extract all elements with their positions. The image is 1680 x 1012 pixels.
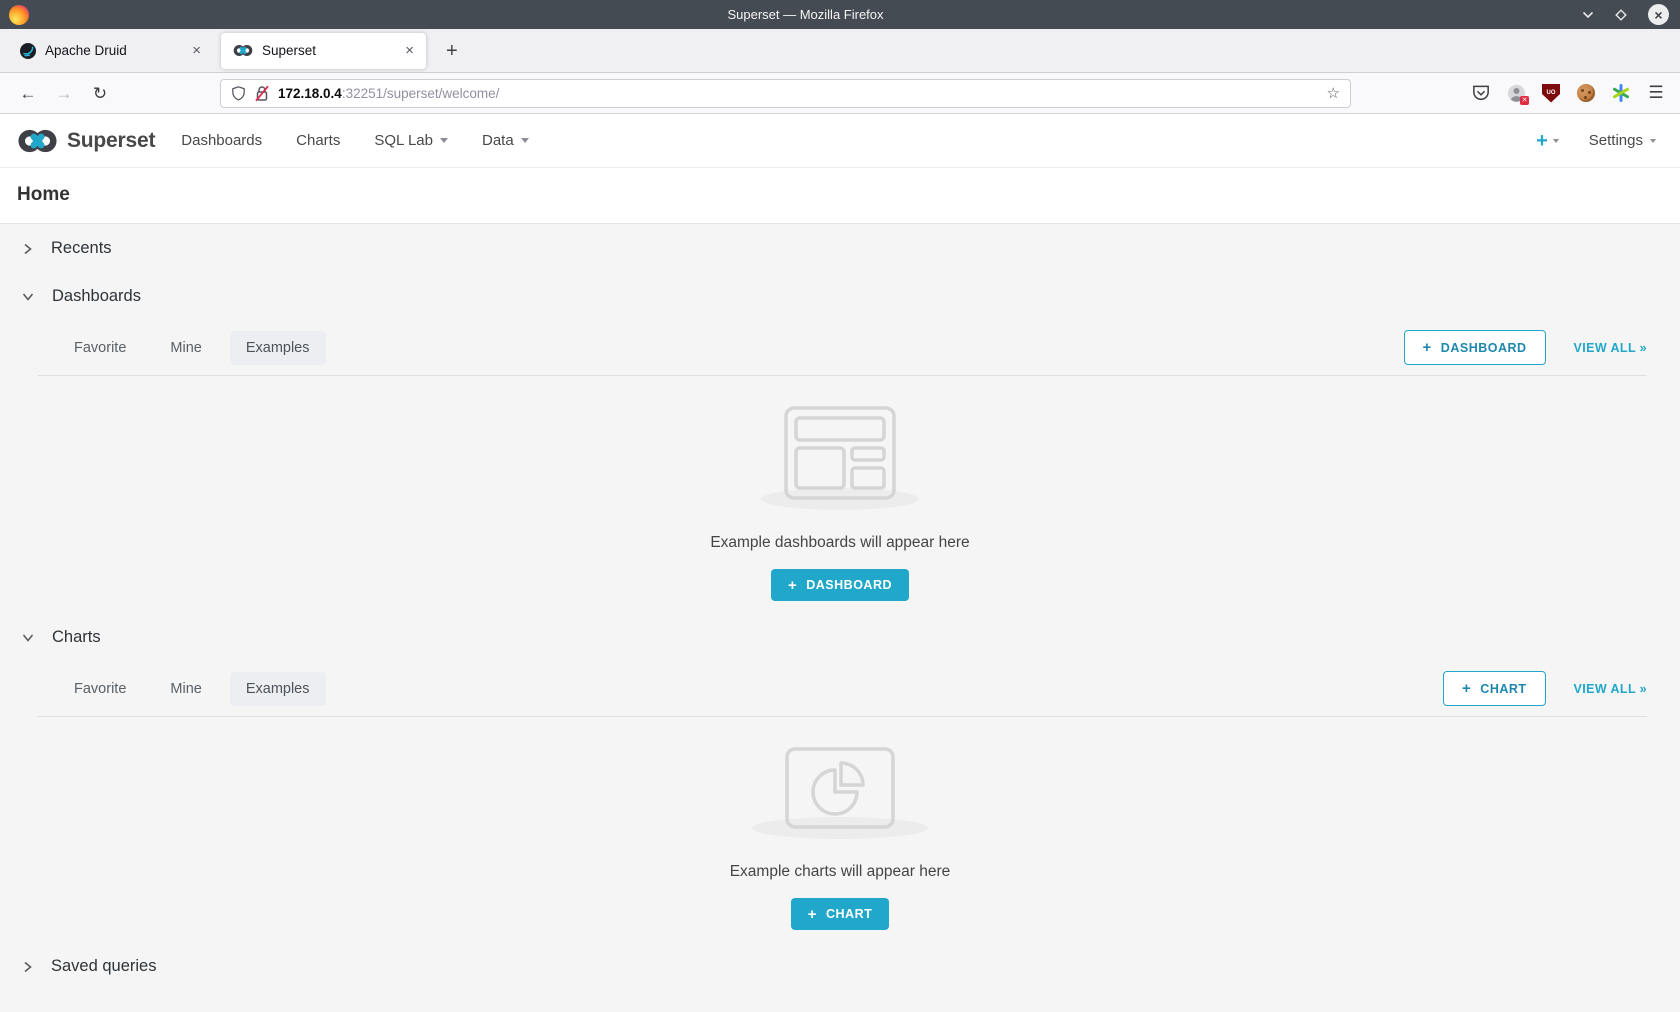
- tab-favorite[interactable]: Favorite: [58, 672, 142, 706]
- chevron-down-icon: [22, 291, 34, 302]
- shield-icon[interactable]: [231, 85, 246, 102]
- tab-close-icon[interactable]: ×: [188, 41, 205, 60]
- firefox-logo-icon: [9, 5, 29, 25]
- new-item-button[interactable]: +: [1536, 131, 1559, 151]
- back-icon[interactable]: ←: [14, 85, 42, 102]
- superset-logo-icon: [17, 128, 58, 154]
- colorful-asterisk-extension-icon[interactable]: [1611, 83, 1631, 103]
- navbar-links: Dashboards Charts SQL Lab Data: [181, 132, 528, 149]
- plus-icon: +: [1462, 680, 1471, 697]
- tab-mine[interactable]: Mine: [154, 672, 217, 706]
- ublock-icon[interactable]: UO: [1541, 83, 1561, 103]
- nav-sql-lab[interactable]: SQL Lab: [374, 132, 448, 149]
- section-charts[interactable]: Charts: [0, 613, 1680, 661]
- tab-label: Superset: [262, 43, 401, 58]
- druid-favicon-icon: [20, 43, 36, 59]
- insecure-lock-icon[interactable]: [255, 85, 269, 102]
- new-dashboard-button[interactable]: + DASHBOARD: [1404, 330, 1546, 365]
- tab-favorite[interactable]: Favorite: [58, 331, 142, 365]
- close-icon[interactable]: ×: [1648, 4, 1669, 25]
- empty-dashboard-image: [784, 406, 896, 500]
- url-host: 172.18.0.4: [278, 86, 342, 101]
- add-chart-button[interactable]: + CHART: [791, 898, 890, 930]
- extension-disabled-icon[interactable]: ✕: [1506, 83, 1526, 103]
- nav-dashboards[interactable]: Dashboards: [181, 132, 262, 149]
- section-label: Dashboards: [52, 287, 141, 306]
- reload-icon[interactable]: ↻: [86, 85, 114, 102]
- empty-chart-image: [785, 747, 895, 829]
- superset-brand[interactable]: Superset: [17, 128, 155, 154]
- chevron-down-icon: [1650, 139, 1656, 143]
- minimize-icon[interactable]: [1582, 11, 1594, 19]
- window-title: Superset — Mozilla Firefox: [29, 7, 1582, 22]
- nav-charts[interactable]: Charts: [296, 132, 340, 149]
- section-saved-queries[interactable]: Saved queries: [0, 942, 1680, 990]
- chevron-right-icon: [22, 243, 33, 255]
- browser-window: Superset — Mozilla Firefox × Apache Drui…: [0, 0, 1680, 1012]
- dashboards-subheader: Favorite Mine Examples + DASHBOARD VIEW …: [0, 320, 1680, 375]
- forward-icon[interactable]: →: [50, 85, 78, 102]
- extension-error-badge: ✕: [1520, 96, 1529, 105]
- empty-state-text: Example dashboards will appear here: [710, 534, 969, 552]
- tab-label: Apache Druid: [45, 43, 188, 58]
- tab-examples[interactable]: Examples: [230, 672, 326, 706]
- plus-icon: +: [808, 906, 817, 923]
- chevron-down-icon: [22, 632, 34, 643]
- plus-icon: +: [788, 577, 797, 594]
- charts-filter-tabs: Favorite Mine Examples: [58, 672, 326, 706]
- chevron-down-icon: [521, 138, 529, 143]
- chevron-right-icon: [22, 961, 33, 973]
- url-bar[interactable]: 172.18.0.4:32251/superset/welcome/ ☆: [220, 79, 1351, 108]
- bookmark-star-icon[interactable]: ☆: [1327, 84, 1340, 102]
- empty-state-text: Example charts will appear here: [730, 863, 951, 881]
- pocket-icon[interactable]: [1471, 83, 1491, 103]
- section-label: Charts: [52, 628, 101, 647]
- tab-strip: Apache Druid × Superset × +: [0, 29, 1680, 73]
- titlebar: Superset — Mozilla Firefox ×: [0, 0, 1680, 29]
- new-tab-button[interactable]: +: [438, 41, 466, 61]
- superset-navbar: Superset Dashboards Charts SQL Lab Data …: [0, 114, 1680, 168]
- superset-favicon-icon: [233, 44, 253, 57]
- nav-data[interactable]: Data: [482, 132, 529, 149]
- tab-apache-druid[interactable]: Apache Druid ×: [8, 33, 213, 69]
- hamburger-menu-icon[interactable]: ☰: [1646, 83, 1666, 103]
- bottom-padding: [0, 990, 1680, 1012]
- charts-empty-state: Example charts will appear here + CHART: [0, 717, 1680, 942]
- url-path: :32251/superset/welcome/: [342, 86, 500, 101]
- tab-superset[interactable]: Superset ×: [221, 33, 426, 69]
- tab-examples[interactable]: Examples: [230, 331, 326, 365]
- add-dashboard-button[interactable]: + DASHBOARD: [771, 569, 909, 601]
- section-dashboards[interactable]: Dashboards: [0, 272, 1680, 320]
- dashboards-view-all-link[interactable]: VIEW ALL »: [1574, 341, 1647, 355]
- settings-menu[interactable]: Settings: [1589, 132, 1656, 149]
- new-chart-button[interactable]: + CHART: [1443, 671, 1546, 706]
- section-label: Recents: [51, 239, 112, 258]
- plus-icon: +: [1536, 131, 1548, 151]
- brand-name: Superset: [67, 129, 155, 153]
- page-header: Home: [0, 168, 1680, 224]
- dashboards-filter-tabs: Favorite Mine Examples: [58, 331, 326, 365]
- charts-view-all-link[interactable]: VIEW ALL »: [1574, 682, 1647, 696]
- maximize-icon[interactable]: [1614, 8, 1628, 22]
- section-label: Saved queries: [51, 957, 157, 976]
- navigation-toolbar: ← → ↻ 172.18.0.4:32251/superset/welcome/…: [0, 73, 1680, 114]
- welcome-content: Recents Dashboards Favorite Mine Example…: [0, 224, 1680, 1012]
- page-title: Home: [17, 184, 1680, 206]
- section-recents[interactable]: Recents: [0, 224, 1680, 272]
- dashboards-empty-state: Example dashboards will appear here + DA…: [0, 376, 1680, 613]
- tab-close-icon[interactable]: ×: [401, 41, 418, 60]
- plus-icon: +: [1423, 339, 1432, 356]
- cookie-icon[interactable]: [1576, 83, 1596, 103]
- tab-mine[interactable]: Mine: [154, 331, 217, 365]
- charts-subheader: Favorite Mine Examples + CHART VIEW ALL …: [0, 661, 1680, 716]
- chevron-down-icon: [440, 138, 448, 143]
- chevron-down-icon: [1553, 139, 1559, 143]
